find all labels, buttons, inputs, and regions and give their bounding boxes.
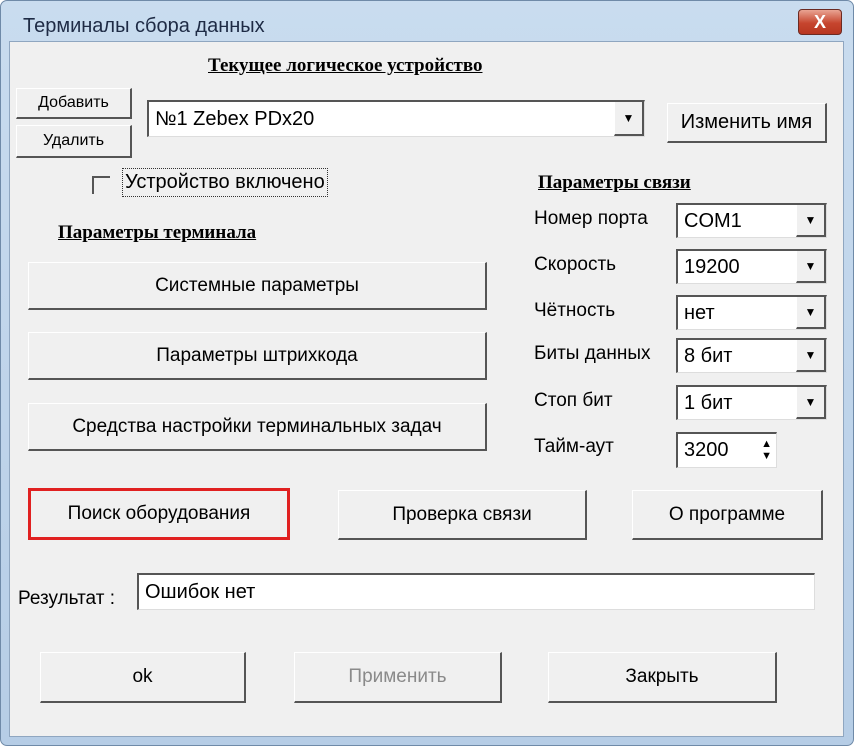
apply-button[interactable]: Применить (294, 652, 502, 703)
comm-field-label: Стоп бит (534, 390, 613, 411)
comm-field-value: 8 бит (684, 344, 733, 367)
ok-button[interactable]: ok (40, 652, 246, 703)
comm-field-select[interactable]: 19200 ▼ (676, 249, 827, 284)
comm-field-select[interactable]: нет ▼ (676, 295, 827, 330)
comm-field-value: 19200 (684, 255, 740, 278)
chevron-down-icon[interactable]: ▼ (796, 340, 826, 372)
device-select[interactable]: №1 Zebex PDx20 ▼ (147, 100, 645, 137)
system-params-button[interactable]: Системные параметры (28, 262, 487, 310)
close-icon: X (813, 12, 826, 32)
timeout-spinner[interactable]: 3200 ▲ ▼ (676, 432, 777, 468)
comm-field-select[interactable]: COM1 ▼ (676, 203, 827, 238)
comm-field-select[interactable]: 1 бит ▼ (676, 385, 827, 420)
terminal-heading: Параметры терминала (58, 222, 257, 243)
comm-field-value: COM1 (684, 209, 742, 232)
timeout-value: 3200 (684, 439, 729, 461)
remove-button[interactable]: Удалить (16, 125, 132, 158)
chevron-down-icon[interactable]: ▼ (796, 387, 826, 419)
comm-field-label: Чётность (534, 300, 616, 321)
result-value: Ошибок нет (145, 581, 256, 603)
search-hardware-button[interactable]: Поиск оборудования (28, 488, 290, 540)
check-connection-button[interactable]: Проверка связи (338, 490, 587, 540)
comm-field-label: Скорость (534, 254, 617, 275)
comm-heading: Параметры связи (538, 172, 691, 193)
window-title: Терминалы сбора данных (23, 15, 265, 37)
timeout-label: Тайм-аут (534, 436, 614, 457)
close-button[interactable]: X (798, 9, 842, 35)
chevron-down-icon[interactable]: ▼ (796, 205, 826, 237)
chevron-down-icon[interactable]: ▼ (614, 102, 644, 136)
close-dialog-button[interactable]: Закрыть (548, 652, 777, 703)
comm-field-value: нет (684, 301, 715, 324)
barcode-params-button[interactable]: Параметры штрихкода (28, 332, 487, 380)
rename-button[interactable]: Изменить имя (667, 103, 827, 143)
device-select-value: №1 Zebex PDx20 (155, 107, 315, 130)
result-label: Результат : (18, 588, 115, 609)
comm-field-label: Биты данных (534, 343, 651, 364)
result-field[interactable]: Ошибок нет (137, 573, 815, 610)
comm-field-value: 1 бит (684, 391, 733, 414)
device-heading: Текущее логическое устройство (208, 55, 483, 76)
enabled-checkbox[interactable] (92, 176, 110, 194)
add-button[interactable]: Добавить (16, 88, 132, 119)
chevron-down-icon[interactable]: ▼ (796, 297, 826, 329)
terminal-tasks-button[interactable]: Средства настройки терминальных задач (28, 403, 487, 451)
comm-field-label: Номер порта (534, 208, 648, 229)
spinner-arrows-icon[interactable]: ▲ ▼ (761, 438, 772, 462)
chevron-down-icon[interactable]: ▼ (796, 251, 826, 283)
about-button[interactable]: О программе (632, 490, 823, 540)
comm-field-select[interactable]: 8 бит ▼ (676, 338, 827, 373)
enabled-label[interactable]: Устройство включено (122, 168, 328, 197)
